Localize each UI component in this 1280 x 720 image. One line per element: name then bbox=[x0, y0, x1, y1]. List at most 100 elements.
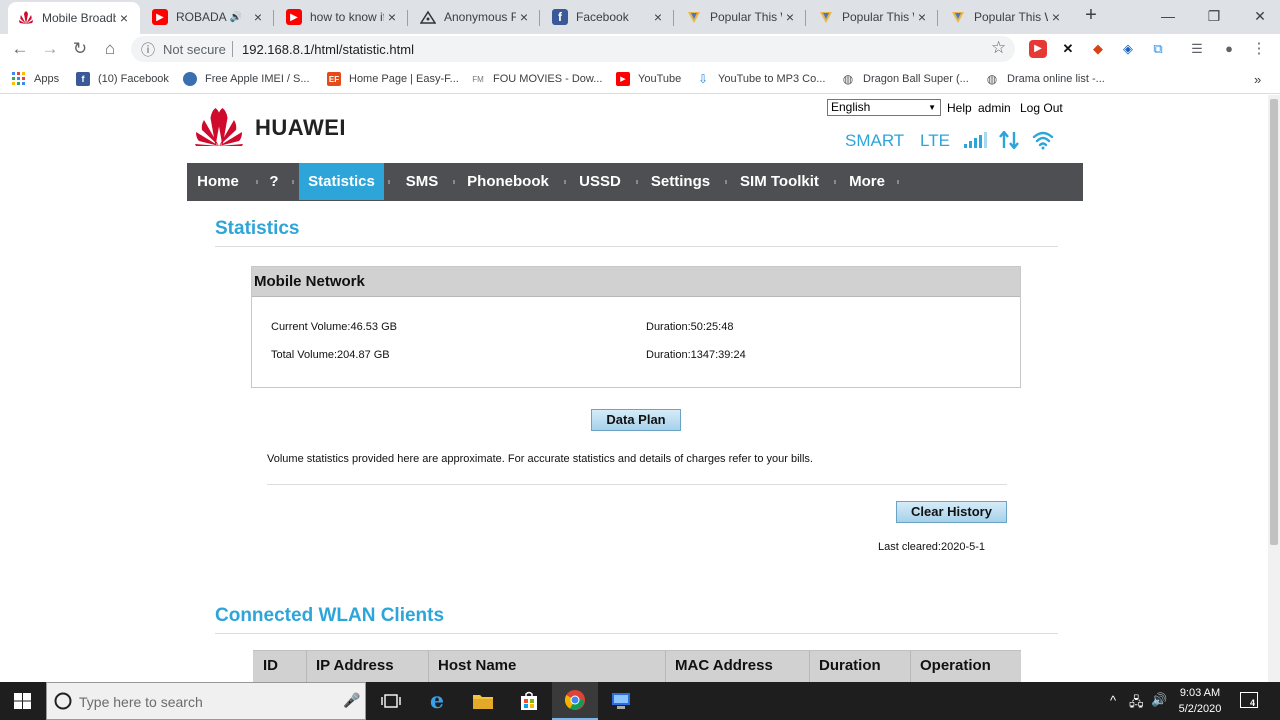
bookmark-star-icon[interactable]: ☆ bbox=[991, 38, 1006, 58]
nav-statistics[interactable]: Statistics bbox=[299, 163, 384, 200]
nav-separator bbox=[834, 180, 836, 184]
bookmark-apps[interactable]: Apps bbox=[12, 71, 59, 87]
close-window-button[interactable]: ✕ bbox=[1240, 4, 1280, 28]
tab-facebook[interactable]: f Facebook × bbox=[542, 2, 674, 32]
bookmark-label: Home Page | Easy-F... bbox=[349, 73, 459, 85]
bookmark-youtube[interactable]: ▶ YouTube bbox=[616, 71, 681, 87]
info-icon[interactable]: ⓘ bbox=[141, 40, 155, 60]
data-plan-button[interactable]: Data Plan bbox=[591, 409, 681, 431]
bookmark-easy-f[interactable]: EF Home Page | Easy-F... bbox=[327, 71, 459, 87]
help-link[interactable]: Help bbox=[947, 101, 972, 115]
address-bar[interactable]: ⓘ Not secure 192.168.8.1/html/statistic.… bbox=[131, 36, 1015, 62]
chrome-icon[interactable] bbox=[552, 682, 598, 720]
brand-name: HUAWEI bbox=[255, 115, 346, 140]
nav-ussd[interactable]: USSD bbox=[571, 163, 629, 201]
browser-menu-icon[interactable]: ⋮ bbox=[1250, 40, 1268, 58]
tab-title: Facebook bbox=[576, 10, 629, 24]
facebook-icon: f bbox=[552, 9, 568, 25]
url-text[interactable]: 192.168.8.1/html/statistic.html bbox=[242, 42, 414, 57]
network-app-icon[interactable] bbox=[598, 682, 644, 720]
nav-home[interactable]: Home bbox=[187, 163, 249, 201]
bookmark-fou-movies[interactable]: FM FOU MOVIES - Dow... bbox=[471, 71, 602, 87]
taskbar-search-box[interactable]: Type here to search 🎤 bbox=[46, 682, 366, 720]
nav-sim-toolkit[interactable]: SIM Toolkit bbox=[732, 163, 827, 201]
nav-settings[interactable]: Settings bbox=[643, 163, 718, 201]
tab-close-icon[interactable]: × bbox=[516, 9, 532, 25]
router-page: HUAWEI English ▼ Help admin Log Out SMAR… bbox=[0, 95, 1268, 682]
huawei-logo[interactable]: HUAWEI bbox=[193, 108, 346, 148]
nav-more[interactable]: More bbox=[841, 163, 893, 201]
microphone-icon[interactable]: 🎤 bbox=[343, 692, 360, 709]
extension-gem-icon[interactable]: ◆ bbox=[1089, 40, 1107, 58]
nav-sms[interactable]: SMS bbox=[398, 163, 446, 201]
tab-popular-1[interactable]: Popular This W × bbox=[676, 2, 806, 32]
tab-close-icon[interactable]: × bbox=[116, 10, 132, 26]
edge-browser-icon[interactable]: e bbox=[414, 682, 460, 720]
scrollbar-thumb[interactable] bbox=[1270, 99, 1278, 545]
back-button[interactable]: ← bbox=[8, 37, 32, 61]
extension-x-icon[interactable]: ✕ bbox=[1059, 40, 1077, 58]
minimize-button[interactable]: — bbox=[1148, 4, 1188, 28]
clear-history-button[interactable]: Clear History bbox=[896, 501, 1007, 523]
network-tray-icon[interactable]: 🖧 bbox=[1129, 693, 1144, 715]
anonfiles-icon bbox=[420, 9, 436, 25]
user-name: admin bbox=[978, 101, 1011, 115]
tab-mobile-broadband[interactable]: Mobile Broadb × bbox=[8, 2, 140, 34]
forward-button[interactable]: → bbox=[38, 37, 62, 61]
tab-robada[interactable]: ▶ ROBADA F 🔊 × bbox=[142, 2, 274, 32]
file-explorer-icon[interactable] bbox=[460, 682, 506, 720]
audio-playing-icon[interactable]: 🔊 bbox=[230, 12, 242, 23]
logout-link[interactable]: Log Out bbox=[1020, 101, 1063, 115]
bookmark-facebook[interactable]: f (10) Facebook bbox=[76, 71, 169, 87]
divider bbox=[215, 246, 1058, 247]
tab-close-icon[interactable]: × bbox=[1048, 9, 1064, 25]
notification-center-icon[interactable]: 4 bbox=[1240, 692, 1258, 708]
reading-list-icon[interactable]: ☰ bbox=[1188, 40, 1206, 58]
nav-quick-setup[interactable]: ? bbox=[263, 163, 285, 201]
extension-translate-icon[interactable]: ⧉ bbox=[1149, 40, 1167, 58]
nav-separator bbox=[725, 180, 727, 184]
task-view-icon[interactable] bbox=[368, 682, 414, 720]
tab-close-icon[interactable]: × bbox=[782, 9, 798, 25]
page-scrollbar[interactable] bbox=[1268, 95, 1280, 682]
tab-title: Popular This W bbox=[842, 10, 914, 24]
bookmark-youtube-mp3[interactable]: ⇩ YouTube to MP3 Co... bbox=[696, 71, 825, 87]
tab-close-icon[interactable]: × bbox=[384, 9, 400, 25]
tab-popular-3[interactable]: Popular This W × bbox=[940, 2, 1072, 32]
extension-cube-icon[interactable]: ◈ bbox=[1119, 40, 1137, 58]
start-button[interactable] bbox=[0, 682, 46, 720]
tab-close-icon[interactable]: × bbox=[914, 9, 930, 25]
language-select[interactable]: English ▼ bbox=[827, 99, 941, 116]
bookmark-free-apple-imei[interactable]: Free Apple IMEI / S... bbox=[183, 71, 310, 87]
reload-button[interactable]: ↻ bbox=[68, 37, 92, 61]
tab-close-icon[interactable]: × bbox=[250, 9, 266, 25]
apple-icon bbox=[183, 72, 197, 86]
tab-how-to-know[interactable]: ▶ how to know if × bbox=[276, 2, 408, 32]
maximize-button[interactable]: ❐ bbox=[1194, 4, 1234, 28]
volume-tray-icon[interactable]: 🔊 bbox=[1151, 692, 1167, 708]
tray-expand-icon[interactable]: ^ bbox=[1110, 693, 1116, 708]
tab-close-icon[interactable]: × bbox=[650, 9, 666, 25]
store-icon[interactable] bbox=[506, 682, 552, 720]
bookmark-label: (10) Facebook bbox=[98, 73, 169, 85]
wlan-clients-title: Connected WLAN Clients bbox=[215, 605, 445, 626]
bookmark-drama-online[interactable]: ◍ Drama online list -... bbox=[985, 71, 1105, 87]
taskbar-clock[interactable]: 9:03 AM 5/2/2020 bbox=[1170, 685, 1230, 717]
divider bbox=[267, 484, 1007, 485]
bookmark-dragon-ball[interactable]: ◍ Dragon Ball Super (... bbox=[841, 71, 969, 87]
new-tab-button[interactable]: + bbox=[1076, 4, 1106, 28]
extension-red-icon[interactable]: ▶ bbox=[1029, 40, 1047, 58]
tab-title: Anonymous Fil bbox=[444, 10, 516, 24]
home-button[interactable]: ⌂ bbox=[98, 37, 122, 61]
tab-popular-2[interactable]: Popular This W × bbox=[808, 2, 938, 32]
total-duration: Duration:1347:39:24 bbox=[646, 349, 746, 361]
nav-phonebook[interactable]: Phonebook bbox=[460, 163, 556, 201]
column-duration: Duration bbox=[819, 657, 881, 674]
security-label[interactable]: Not secure bbox=[163, 42, 226, 57]
main-nav: Home ? Statistics SMS Phonebook USSD Set… bbox=[187, 163, 1083, 201]
tab-anonymous-files[interactable]: Anonymous Fil × bbox=[410, 2, 540, 32]
profile-icon[interactable]: ● bbox=[1220, 40, 1238, 58]
nav-separator bbox=[636, 180, 638, 184]
last-cleared-text: Last cleared:2020-5-1 bbox=[878, 541, 986, 553]
bookmarks-overflow-button[interactable]: » bbox=[1254, 71, 1261, 87]
